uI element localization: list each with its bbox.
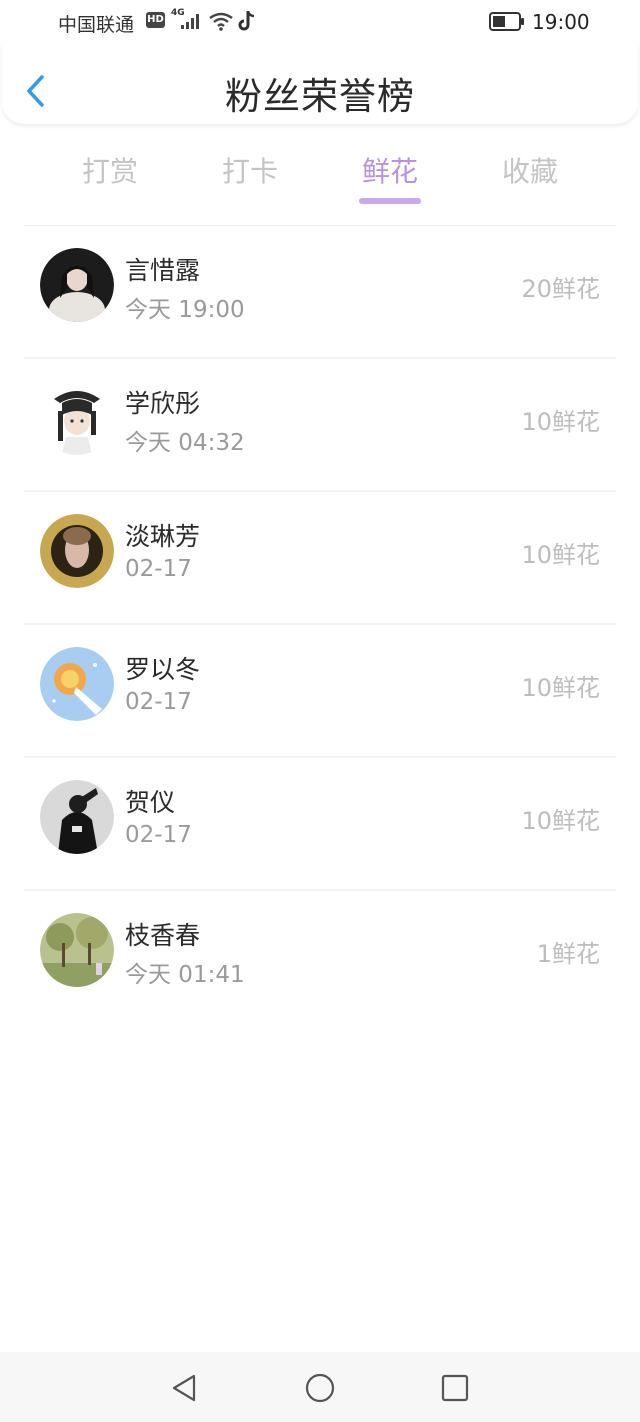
fan-time: 02-17: [125, 822, 192, 848]
wifi-icon: [209, 12, 233, 31]
fan-time: 今天 04:32: [125, 430, 245, 456]
tab-favorites[interactable]: 收藏: [480, 150, 580, 190]
home-circle-icon[interactable]: [304, 1372, 336, 1404]
header: 粉丝荣誉榜: [2, 44, 638, 124]
avatar: [40, 647, 114, 721]
tab-checkin[interactable]: 打卡: [200, 150, 300, 190]
status-clock: 19:00: [532, 10, 590, 34]
system-nav-bar: [0, 1352, 640, 1422]
fan-name: 学欣彤: [125, 389, 201, 418]
flower-count: 10鲜花: [521, 541, 600, 569]
list-item[interactable]: 贺仪 02-17 10鲜花: [0, 758, 640, 891]
status-bar: 中国联通 HD 4G 19:00: [0, 0, 640, 44]
avatar: [40, 248, 114, 322]
tab-tips[interactable]: 打赏: [60, 150, 160, 190]
battery-icon: [489, 12, 524, 31]
flower-count: 10鲜花: [521, 807, 600, 835]
fan-name: 言惜露: [125, 256, 201, 285]
carrier-label: 中国联通: [58, 14, 135, 36]
avatar: [40, 780, 114, 854]
flower-count: 10鲜花: [521, 674, 600, 702]
list-item[interactable]: 枝香春 今天 01:41 1鲜花: [0, 891, 640, 1024]
fan-list: 言惜露 今天 19:00 20鲜花 学欣彤 今天 04:32 10鲜花 淡琳芳: [0, 226, 640, 1024]
flower-count: 20鲜花: [521, 275, 600, 303]
flower-count: 1鲜花: [536, 940, 600, 968]
back-triangle-icon[interactable]: [168, 1372, 200, 1404]
flower-count: 10鲜花: [521, 408, 600, 436]
recents-square-icon[interactable]: [439, 1372, 471, 1404]
list-item[interactable]: 学欣彤 今天 04:32 10鲜花: [0, 359, 640, 492]
list-item[interactable]: 言惜露 今天 19:00 20鲜花: [0, 226, 640, 359]
list-item[interactable]: 淡琳芳 02-17 10鲜花: [0, 492, 640, 625]
fan-name: 淡琳芳: [125, 522, 201, 551]
fan-time: 今天 01:41: [125, 962, 245, 988]
fan-name: 贺仪: [125, 788, 176, 817]
avatar: [40, 913, 114, 987]
avatar: [40, 514, 114, 588]
tiktok-icon: [238, 11, 255, 31]
active-tab-indicator: [359, 198, 421, 204]
fan-name: 罗以冬: [125, 655, 201, 684]
signal-icon: [181, 14, 199, 29]
fan-time: 02-17: [125, 689, 192, 715]
tab-bar: 打赏 打卡 鲜花 收藏: [0, 140, 640, 210]
list-item[interactable]: 罗以冬 02-17 10鲜花: [0, 625, 640, 758]
avatar: [40, 381, 114, 455]
page-title: 粉丝荣誉榜: [225, 75, 415, 118]
fan-name: 枝香春: [125, 921, 201, 950]
tab-flowers[interactable]: 鲜花: [340, 150, 440, 190]
fan-time: 02-17: [125, 556, 192, 582]
hd-badge: HD: [146, 12, 165, 28]
fan-time: 今天 19:00: [125, 297, 245, 323]
